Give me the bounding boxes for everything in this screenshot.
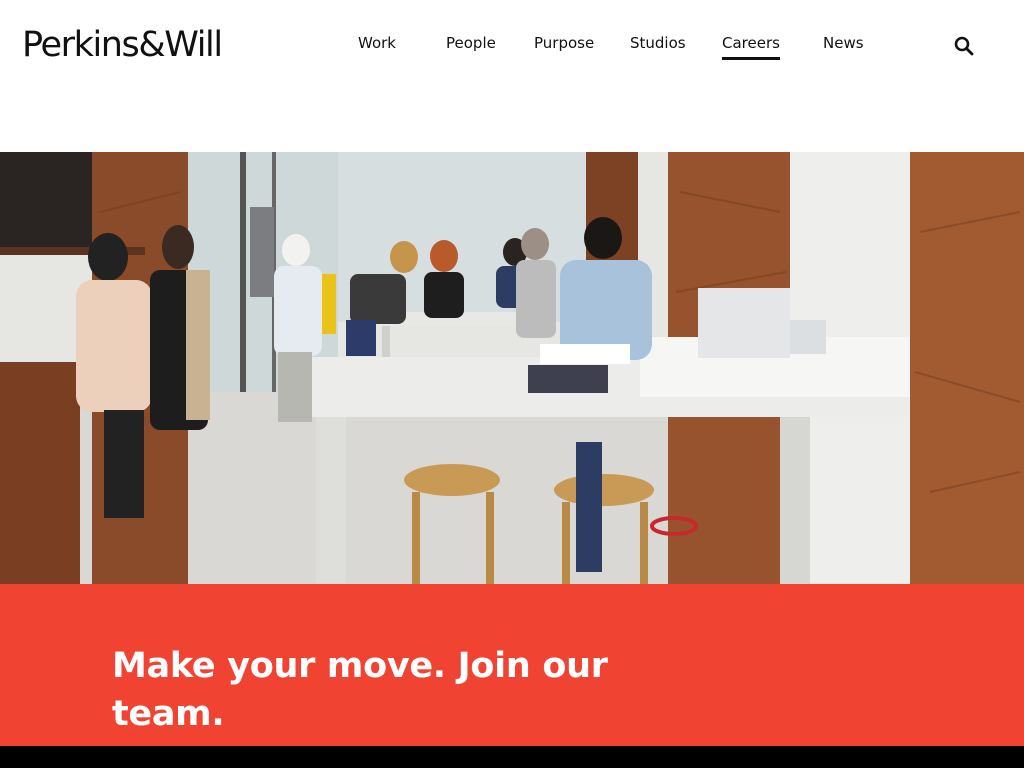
nav-item-purpose[interactable]: Purpose (534, 32, 594, 54)
site-header: Perkins&Will Work People Purpose Studios… (0, 0, 1024, 152)
nav-item-people[interactable]: People (446, 32, 496, 54)
careers-banner: Make your move. Join our team. (0, 584, 1024, 746)
nav-item-careers[interactable]: Careers (722, 32, 780, 60)
search-icon (954, 36, 974, 56)
office-photo (0, 152, 1024, 584)
main-nav: Work People Purpose Studios Careers News (0, 32, 1024, 62)
nav-item-news[interactable]: News (823, 32, 864, 54)
search-button[interactable] (952, 34, 976, 58)
nav-item-work[interactable]: Work (358, 32, 396, 54)
footer-strip (0, 746, 1024, 768)
banner-title: Make your move. Join our team. (112, 646, 608, 734)
hero-image (0, 152, 1024, 584)
nav-item-studios[interactable]: Studios (630, 32, 686, 54)
